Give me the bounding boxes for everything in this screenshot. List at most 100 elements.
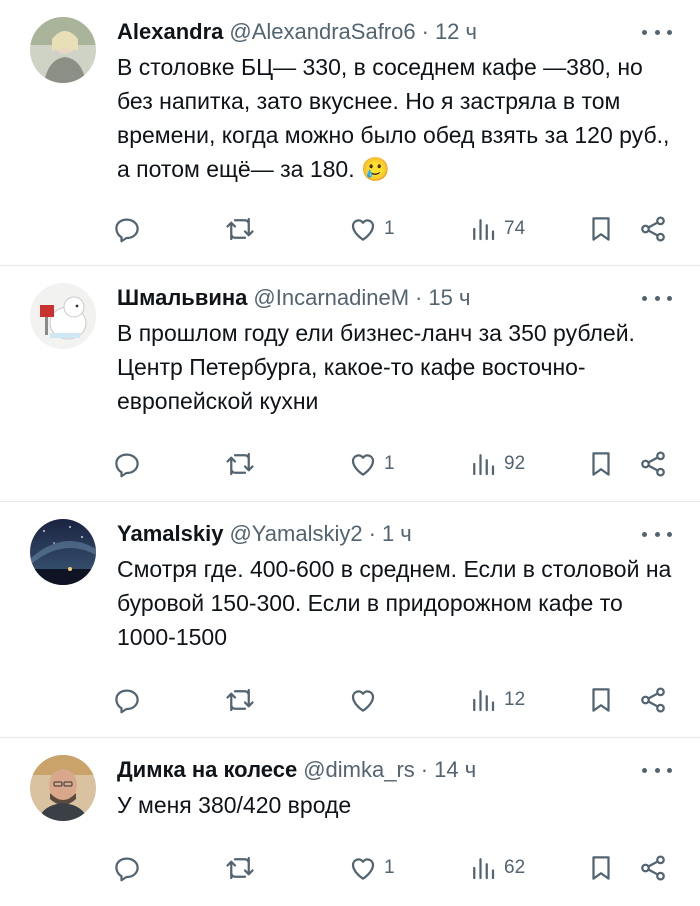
avatar-image	[30, 17, 96, 83]
share-button[interactable]	[638, 850, 668, 886]
bookmark-icon	[592, 688, 610, 712]
tweet-text: Смотря где. 400-600 в среднем. Если в ст…	[117, 556, 672, 650]
share-button[interactable]	[638, 682, 668, 718]
more-icon[interactable]	[642, 286, 672, 310]
tweet-text: У меня 380/420 вроде	[117, 792, 352, 818]
views-icon	[473, 858, 495, 880]
action-bar: 1 92	[112, 446, 672, 482]
author-handle[interactable]: @IncarnadineM	[253, 285, 409, 311]
heart-icon	[351, 219, 375, 241]
share-button[interactable]	[638, 211, 668, 247]
tweet-text: В столовке БЦ— 330, в соседнем кафе —380…	[117, 50, 677, 186]
tweet-text: В прошлом году ели бизнес-ланч за 350 ру…	[117, 320, 635, 414]
share-icon	[641, 855, 665, 881]
views-button[interactable]: 62	[468, 850, 525, 886]
bookmark-icon	[592, 452, 610, 476]
timestamp[interactable]: 12 ч	[435, 19, 477, 45]
heart-icon	[351, 454, 375, 476]
timestamp[interactable]: 1 ч	[382, 521, 412, 547]
tweet-yamalskiy[interactable]: Yamalskiy @Yamalskiy2 · 1 ч Смотря где. …	[0, 502, 700, 738]
bookmark-button[interactable]	[586, 211, 616, 247]
heart-icon	[351, 858, 375, 880]
share-icon	[641, 687, 665, 713]
action-bar: 12	[112, 682, 672, 718]
share-icon	[641, 451, 665, 477]
reply-icon	[115, 218, 139, 243]
bookmark-button[interactable]	[586, 446, 616, 482]
like-count: 1	[384, 857, 395, 878]
more-icon[interactable]	[642, 522, 672, 546]
views-icon	[473, 219, 495, 241]
reply-icon	[115, 453, 139, 478]
author-handle[interactable]: @dimka_rs	[303, 757, 415, 783]
avatar[interactable]	[30, 17, 96, 83]
heart-icon	[351, 690, 375, 712]
share-button[interactable]	[638, 446, 668, 482]
reply-button[interactable]	[112, 850, 142, 886]
author-handle[interactable]: @Yamalskiy2	[229, 521, 362, 547]
views-button[interactable]: 92	[468, 446, 525, 482]
tweet-header: Yamalskiy @Yamalskiy2 · 1 ч	[117, 519, 412, 549]
retweet-icon	[226, 452, 254, 476]
reply-icon	[115, 689, 139, 714]
avatar-image	[30, 519, 96, 585]
view-count: 74	[504, 218, 526, 239]
bookmark-button[interactable]	[586, 682, 616, 718]
action-bar: 1 74	[112, 211, 672, 247]
reply-feed: Alexandra @AlexandraSafro6 · 12 ч В стол…	[0, 0, 700, 906]
timestamp[interactable]: 14 ч	[434, 757, 476, 783]
tweet-text-body: В столовке БЦ— 330, в соседнем кафе —380…	[117, 54, 670, 182]
retweet-icon	[226, 217, 254, 241]
like-count: 1	[384, 218, 395, 239]
separator: ·	[421, 19, 429, 44]
author-name[interactable]: Yamalskiy	[117, 521, 223, 547]
tweet-dimka[interactable]: Димка на колесе @dimka_rs · 14 ч У меня …	[0, 738, 700, 906]
share-icon	[641, 216, 665, 242]
tweet-header: Шмальвина @IncarnadineM · 15 ч	[117, 283, 470, 313]
retweet-icon	[226, 856, 254, 880]
views-icon	[473, 454, 495, 476]
action-bar: 1 62	[112, 850, 672, 886]
retweet-icon	[226, 688, 254, 712]
separator: ·	[415, 285, 423, 310]
separator: ·	[420, 757, 429, 782]
tweet-shmalvina[interactable]: Шмальвина @IncarnadineM · 15 ч В прошлом…	[0, 266, 700, 502]
bookmark-button[interactable]	[586, 850, 616, 886]
tweet-header: Димка на колесе @dimka_rs · 14 ч	[117, 755, 476, 785]
avatar[interactable]	[30, 519, 96, 585]
view-count: 62	[504, 857, 526, 878]
retweet-button[interactable]	[225, 682, 255, 718]
more-icon[interactable]	[642, 20, 672, 44]
views-button[interactable]: 74	[468, 211, 525, 247]
author-name[interactable]: Шмальвина	[117, 285, 247, 311]
more-icon[interactable]	[642, 758, 672, 782]
avatar[interactable]	[30, 755, 96, 821]
tweet-alexandra[interactable]: Alexandra @AlexandraSafro6 · 12 ч В стол…	[0, 0, 700, 266]
reply-button[interactable]	[112, 682, 142, 718]
retweet-button[interactable]	[225, 211, 255, 247]
bookmark-icon	[592, 856, 610, 880]
view-count: 12	[504, 689, 526, 710]
like-button[interactable]	[348, 682, 384, 718]
timestamp[interactable]: 15 ч	[428, 285, 470, 311]
retweet-button[interactable]	[225, 850, 255, 886]
crying-smile-emoji: 🥲	[360, 156, 390, 182]
reply-button[interactable]	[112, 446, 142, 482]
like-button[interactable]: 1	[348, 211, 395, 247]
view-count: 92	[504, 453, 526, 474]
reply-button[interactable]	[112, 211, 142, 247]
separator: ·	[368, 521, 376, 546]
avatar-image	[30, 755, 96, 821]
like-button[interactable]: 1	[348, 850, 395, 886]
views-button[interactable]: 12	[468, 682, 525, 718]
reply-icon	[115, 857, 139, 882]
like-button[interactable]: 1	[348, 446, 395, 482]
retweet-button[interactable]	[225, 446, 255, 482]
avatar[interactable]	[30, 283, 96, 349]
bookmark-icon	[592, 217, 610, 241]
author-handle[interactable]: @AlexandraSafro6	[229, 19, 415, 45]
author-name[interactable]: Димка на колесе	[117, 757, 297, 783]
like-count: 1	[384, 453, 395, 474]
author-name[interactable]: Alexandra	[117, 19, 223, 45]
tweet-header: Alexandra @AlexandraSafro6 · 12 ч	[117, 17, 477, 47]
